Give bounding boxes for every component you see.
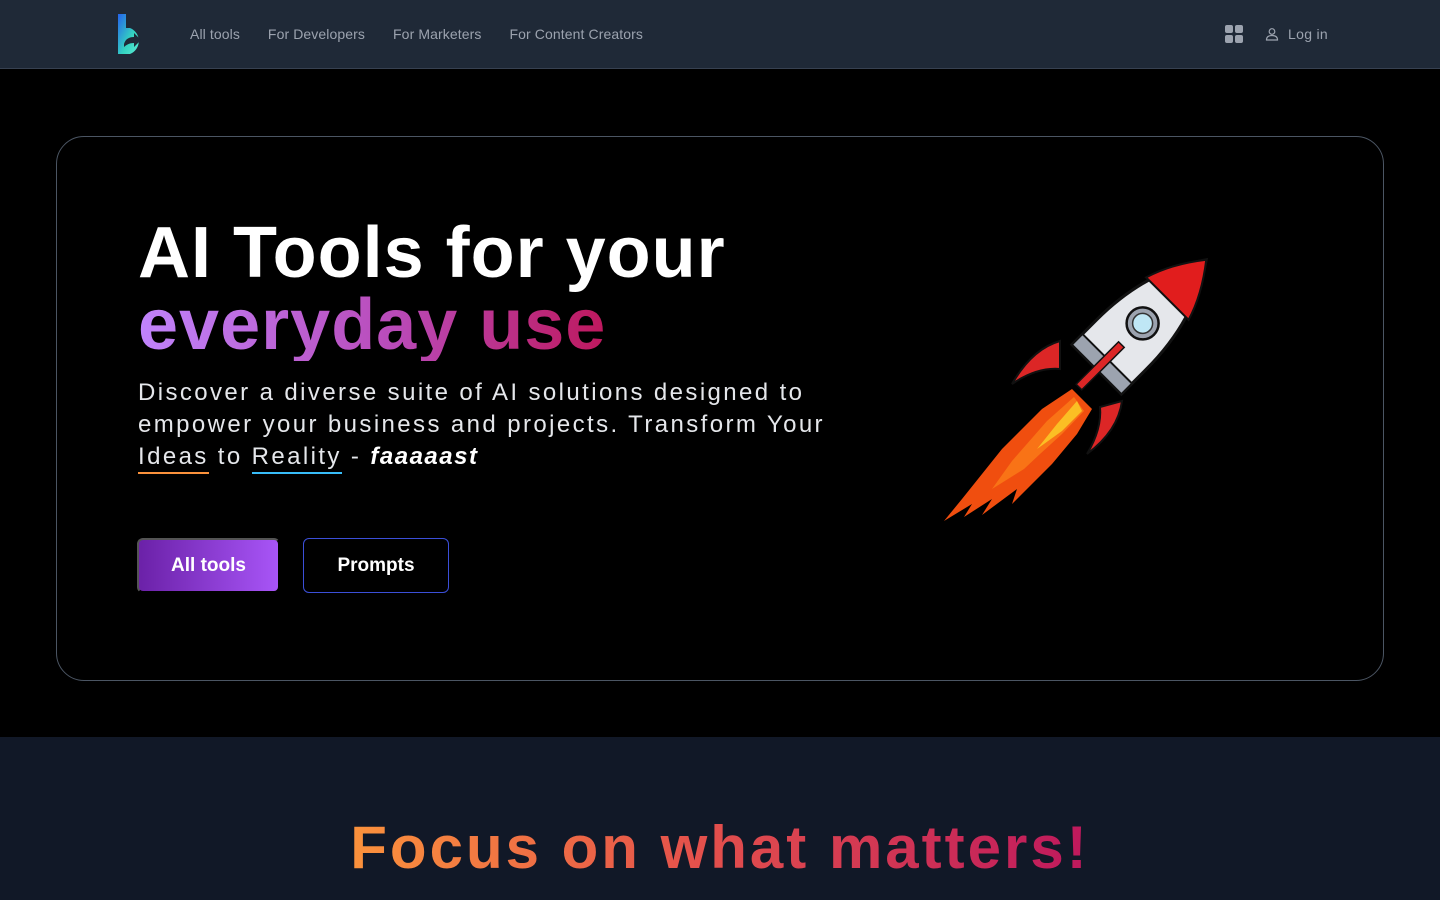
login-label: Log in bbox=[1288, 26, 1328, 42]
hero-title: AI Tools for your everyday use bbox=[138, 217, 726, 361]
hero-title-line1: AI Tools for your bbox=[138, 213, 726, 293]
top-navbar: All tools For Developers For Marketers F… bbox=[0, 0, 1440, 69]
login-button[interactable]: Log in bbox=[1265, 26, 1328, 42]
focus-title-text: Focus on what matters! bbox=[350, 814, 1090, 881]
subtitle-fast: faaaaast bbox=[370, 443, 479, 470]
rocket-illustration bbox=[944, 257, 1209, 521]
focus-section: Focus on what matters! bbox=[0, 737, 1440, 900]
all-tools-button[interactable]: All tools bbox=[137, 538, 280, 593]
subtitle-dash: - bbox=[341, 443, 371, 470]
focus-section-title: Focus on what matters! bbox=[0, 815, 1440, 881]
apps-grid-icon[interactable] bbox=[1225, 25, 1244, 43]
nav-link-all-tools[interactable]: All tools bbox=[190, 26, 240, 42]
user-icon bbox=[1265, 28, 1279, 41]
subtitle-reality: Reality bbox=[251, 443, 342, 474]
hero-card: AI Tools for your everyday use Discover … bbox=[56, 136, 1384, 681]
nav-link-for-content-creators[interactable]: For Content Creators bbox=[509, 26, 643, 42]
subtitle-text: Discover a diverse suite of AI solutions… bbox=[138, 379, 825, 438]
hero-title-line2: everyday use bbox=[138, 285, 607, 365]
subtitle-ideas: Ideas bbox=[138, 443, 209, 474]
hero-subtitle: Discover a diverse suite of AI solutions… bbox=[138, 377, 898, 474]
prompts-button[interactable]: Prompts bbox=[303, 538, 449, 593]
logo-icon[interactable] bbox=[118, 14, 148, 54]
nav-link-for-developers[interactable]: For Developers bbox=[268, 26, 365, 42]
nav-right: Log in bbox=[1225, 0, 1328, 68]
subtitle-to: to bbox=[208, 443, 252, 470]
nav-link-for-marketers[interactable]: For Marketers bbox=[393, 26, 481, 42]
main-nav: All tools For Developers For Marketers F… bbox=[190, 0, 671, 68]
rocket-flame bbox=[944, 389, 1092, 521]
